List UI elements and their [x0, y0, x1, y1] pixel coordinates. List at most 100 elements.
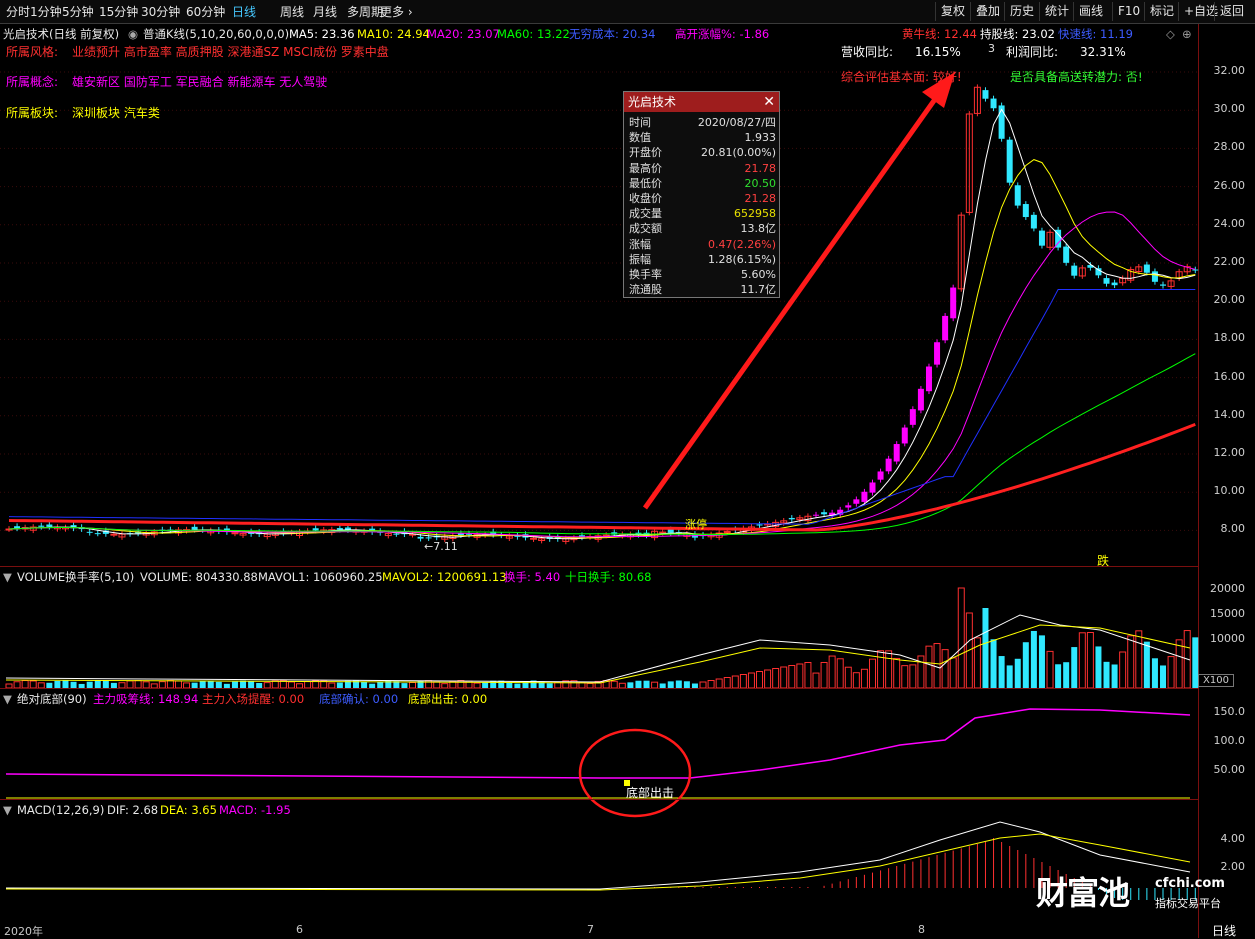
candle-body [231, 532, 239, 535]
volume-bar [764, 669, 772, 689]
popup-row: 数值 1.933 [627, 130, 778, 145]
popup-row-value: 21.28 [744, 192, 777, 205]
popup-row-value: 652958 [734, 207, 776, 221]
popup-row: 涨幅 0.47(2.26%) [627, 237, 778, 252]
volume-bar [1078, 632, 1086, 689]
volume-bar [1175, 639, 1183, 689]
ma10-line [8, 159, 1196, 539]
volume-bar [207, 680, 214, 688]
dif-value: DIF: 2.68 [107, 803, 159, 817]
popup-row-label: 振幅 [629, 252, 651, 266]
volume-bar [1063, 662, 1070, 688]
candle-body [788, 517, 795, 520]
popup-row-label: 数值 [629, 131, 651, 145]
x-axis-label: 8 [918, 923, 925, 936]
candle-body [1103, 278, 1110, 284]
volume-bar [780, 666, 788, 689]
volume-bar [1160, 665, 1167, 688]
volume-bar [820, 661, 828, 689]
volume-bar [949, 657, 957, 689]
volume-bar [320, 680, 328, 689]
drop-marker: 跌 [1097, 554, 1110, 568]
bottom-confirm-value: 底部确认: 0.00 [319, 692, 399, 706]
volume-bar [1119, 651, 1127, 689]
volume-bar [166, 680, 174, 689]
watermark-logo: 财富池 [1036, 874, 1130, 912]
candle-body [869, 482, 876, 493]
volume-bar [941, 649, 949, 689]
popup-row-value: 5.60% [741, 268, 776, 281]
popup-row: 成交量 652958 [627, 206, 778, 221]
popup-row-value: 11.7亿 [740, 283, 777, 297]
close-icon[interactable]: ✕ [763, 92, 775, 112]
volume-menu-icon[interactable]: ▼ [3, 570, 12, 584]
candle-body [659, 531, 667, 534]
period-label[interactable]: 日线 [1212, 922, 1236, 939]
popup-row: 最高价 21.78 [627, 161, 778, 176]
candle-body [934, 342, 941, 365]
volume-bar [788, 665, 796, 689]
candle-body [901, 427, 908, 444]
volume-bar [836, 658, 844, 689]
volume-bar [990, 639, 997, 688]
candle-body [530, 537, 538, 540]
volume-bar [909, 664, 917, 689]
volume-bar [812, 672, 820, 689]
volume-bar [893, 657, 901, 689]
pane-separator [0, 688, 1198, 689]
low-price-marker: ←7.11 [424, 540, 458, 553]
volume-bar [1038, 635, 1045, 688]
volume-bar [1127, 635, 1135, 689]
volume-bar [21, 680, 29, 689]
volume-bar [772, 668, 780, 689]
volume-bar [707, 680, 715, 689]
volume-bar [1030, 630, 1037, 688]
volume-bar [982, 608, 989, 688]
x-axis-label: 2020年 [4, 925, 43, 938]
macd-menu-icon[interactable]: ▼ [3, 803, 12, 817]
arrow-head [922, 72, 955, 108]
volume-bar [852, 672, 860, 689]
candle-body [46, 524, 53, 527]
watermark-sub: 指标交易平台 [1155, 897, 1221, 910]
candle-body [877, 471, 884, 480]
volume-bar [1006, 665, 1013, 688]
volume-bar [868, 658, 876, 689]
ma5-line [8, 108, 1196, 540]
volume-bar [1071, 647, 1078, 688]
candle-body [942, 315, 949, 341]
popup-row-value: 2020/08/27/四 [697, 116, 776, 129]
volume-bar [844, 666, 852, 689]
x-axis-label: 7 [587, 923, 594, 936]
popup-row: 流通股 11.7亿 [627, 282, 778, 297]
volume-bar [715, 678, 723, 689]
volume-bar [1055, 664, 1062, 688]
volume-bar [1151, 658, 1158, 688]
volume-bar [828, 655, 836, 689]
watermark-site: cfchi.com [1155, 876, 1225, 891]
volume-bar [933, 643, 941, 689]
ten-day-turnover: 十日换手: 80.68 [565, 570, 652, 584]
bottom-menu-icon[interactable]: ▼ [3, 692, 12, 706]
volume-bar [796, 663, 804, 689]
volume-bar [747, 672, 755, 689]
popup-row-value: 0.47(2.26%) [707, 237, 776, 251]
volume-bar [756, 671, 764, 689]
candle-body [94, 533, 101, 535]
dif-line [5, 821, 1191, 890]
highlight-circle [578, 728, 692, 818]
volume-unit: X100 [1198, 674, 1234, 687]
volume-bar [667, 681, 674, 688]
mavol1-value: MAVOL1: 1060960.25 [258, 570, 383, 584]
volume-bar [134, 680, 142, 689]
fast-line [8, 289, 1196, 525]
candle-body [1111, 282, 1118, 286]
dea-line [5, 833, 1191, 891]
candle-body [1192, 269, 1199, 271]
volume-bar [723, 677, 731, 689]
volume-bar [1111, 664, 1118, 688]
popup-row: 收盘价 21.28 [627, 191, 778, 206]
main-chip-value: 主力吸筹线: 148.94 [93, 692, 199, 706]
macd-value: MACD: -1.95 [219, 803, 291, 817]
volume-bar [1103, 661, 1110, 688]
